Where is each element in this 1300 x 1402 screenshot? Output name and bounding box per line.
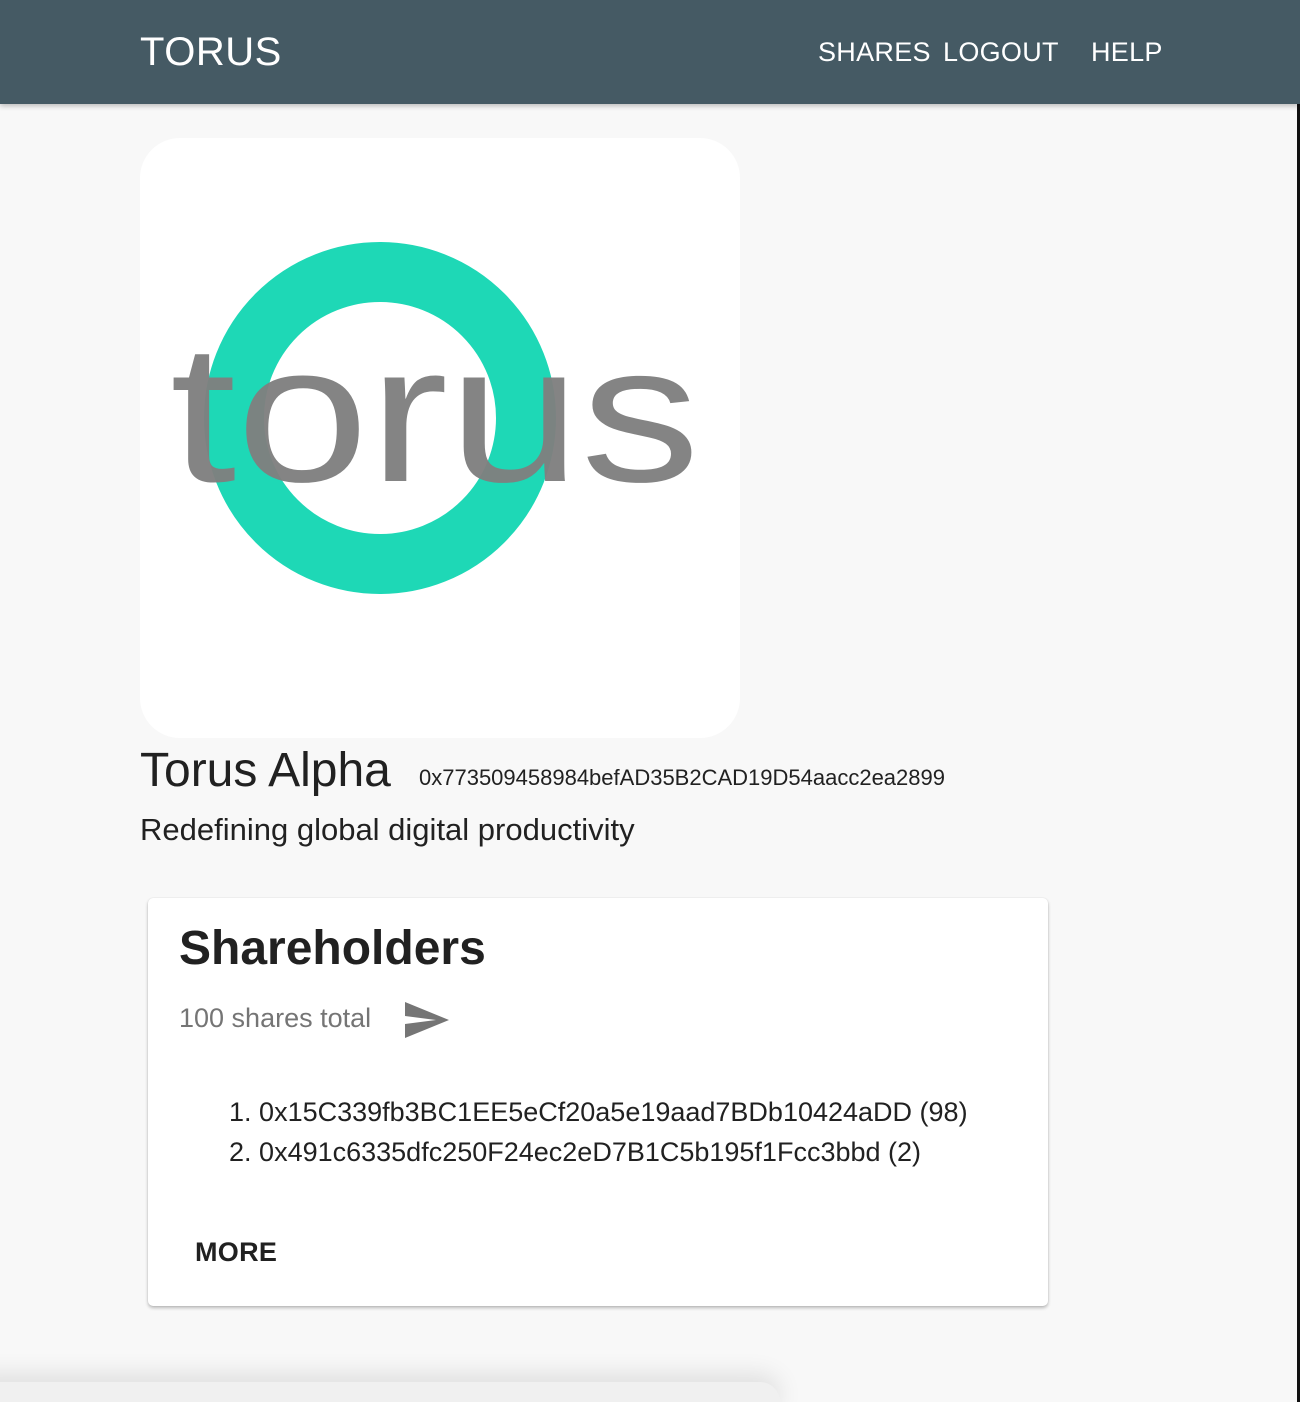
app-bar: TORUS SHARES LOGOUT HELP	[0, 0, 1300, 104]
company-name: Torus Alpha	[140, 744, 391, 797]
shares-total: 100 shares total	[179, 1003, 372, 1033]
shareholder-item: 1. 0x15C339fb3BC1EE5eCf20a5e19aad7BDb104…	[229, 1092, 968, 1132]
company-logo: torus	[140, 138, 740, 738]
nav-logout-link[interactable]: LOGOUT	[943, 36, 1059, 68]
shareholders-card: Shareholders 100 shares total 1. 0x15C33…	[148, 898, 1048, 1306]
shareholder-entry: 0x15C339fb3BC1EE5eCf20a5e19aad7BDb10424a…	[259, 1097, 968, 1127]
shareholder-number: 1.	[229, 1097, 252, 1127]
nav-shares-link[interactable]: SHARES	[818, 36, 931, 68]
torus-logo-image: torus	[170, 242, 700, 594]
shareholder-list: 1. 0x15C339fb3BC1EE5eCf20a5e19aad7BDb104…	[229, 1092, 968, 1172]
more-button[interactable]: MORE	[179, 1230, 293, 1274]
shareholder-item: 2. 0x491c6335dfc250F24ec2eD7B1C5b195f1Fc…	[229, 1132, 968, 1172]
bottom-shadow	[0, 1382, 780, 1402]
nav-help-link[interactable]: HELP	[1091, 36, 1163, 68]
shareholders-title: Shareholders	[179, 922, 486, 975]
shareholder-number: 2.	[229, 1137, 252, 1167]
brand-link[interactable]: TORUS	[140, 30, 282, 74]
company-address: 0x773509458984befAD35B2CAD19D54aacc2ea28…	[419, 765, 945, 790]
company-tagline: Redefining global digital productivity	[140, 812, 635, 847]
send-icon[interactable]	[404, 1000, 450, 1040]
shareholder-entry: 0x491c6335dfc250F24ec2eD7B1C5b195f1Fcc3b…	[259, 1137, 922, 1167]
logo-wordmark: torus	[170, 304, 700, 523]
